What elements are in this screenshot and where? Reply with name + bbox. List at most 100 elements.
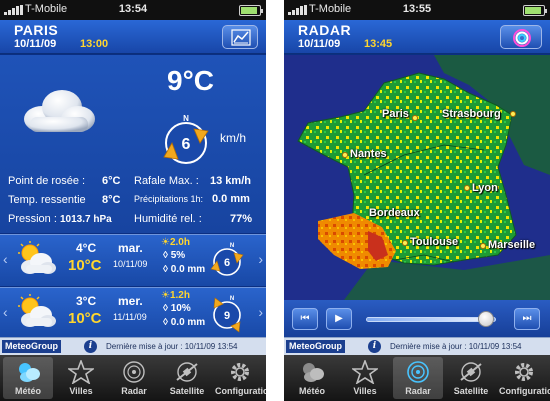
map-pin[interactable] <box>342 152 348 158</box>
forecast-date: 10/11/09 <box>113 259 148 269</box>
gear-icon <box>231 363 249 381</box>
map-pin[interactable] <box>412 115 418 121</box>
footer-strip: MeteoGroup i Dernière mise à jour : 10/1… <box>0 337 266 355</box>
tab-label: Météo <box>14 386 41 396</box>
tab-label: Villes <box>353 386 377 396</box>
sun-icon: ☀ <box>161 290 170 301</box>
sunshine-value: 2.0h <box>169 237 190 248</box>
timeline-thumb[interactable] <box>477 311 494 327</box>
battery-icon <box>523 5 547 16</box>
humidity: Humidité rel. : 77% <box>134 213 252 225</box>
chevron-left-icon[interactable]: ‹ <box>3 304 8 320</box>
wind-speed-value: 6 <box>224 257 230 269</box>
tab-bar: Météo Villes Radar Satellite Configurati… <box>284 355 550 401</box>
brand-logo[interactable]: MeteoGroup <box>2 340 61 353</box>
forecast-high: 10°C <box>68 310 102 327</box>
current-conditions: 9°C N 6 km/h Point de rosée : 6°C Rafale… <box>0 55 266 233</box>
status-bar: T-Mobile 13:54 <box>0 0 266 20</box>
forecast-row[interactable]: ‹ › 3°C 10°C mer. 11/11/09 ☀1.2h ◊ 10% ◊… <box>0 287 266 339</box>
status-bar: T-Mobile 13:55 <box>284 0 550 20</box>
precip-value: 10% <box>170 303 191 314</box>
map-pin[interactable] <box>480 243 486 249</box>
city-lyon[interactable]: Lyon <box>472 182 498 194</box>
city-nantes[interactable]: Nantes <box>350 148 387 160</box>
chevron-left-icon[interactable]: ‹ <box>3 251 8 267</box>
feels-like: Temp. ressentie 8°C <box>8 194 120 206</box>
sun-cloud-icon <box>18 241 56 274</box>
tab-configuration[interactable]: Configuration <box>499 357 550 399</box>
map-pin[interactable] <box>510 111 516 117</box>
tab-configuration[interactable]: Configuration <box>215 357 266 399</box>
city-marseille[interactable]: Marseille <box>488 239 535 251</box>
detail-value: 0.0 mm <box>212 193 250 205</box>
tab-label: Villes <box>69 386 93 396</box>
header-date: 10/11/09 <box>298 38 341 50</box>
last-update: Dernière mise à jour : 10/11/09 13:54 <box>390 342 522 351</box>
city-title: PARIS <box>14 22 59 38</box>
tab-meteo[interactable]: Météo <box>287 357 337 399</box>
chevron-right-icon[interactable]: › <box>258 251 263 267</box>
detail-label: Temp. ressentie <box>8 194 86 206</box>
precip-mm-value: 0.0 mm <box>170 264 206 275</box>
tab-label: Configuration <box>499 386 550 396</box>
wind-compass-icon: N 6 <box>210 243 244 276</box>
wind-direction-label: N <box>230 296 234 302</box>
wind-direction-label: N <box>183 114 189 123</box>
forecast-low: 3°C <box>76 294 97 308</box>
star-icon <box>352 360 378 384</box>
tab-radar[interactable]: Radar <box>393 357 443 399</box>
precip-amount: ◊ 0.0 mm <box>163 317 205 328</box>
tab-meteo[interactable]: Météo <box>3 357 53 399</box>
chart-button[interactable] <box>222 25 258 49</box>
radar-map[interactable]: Paris Strasbourg Nantes Lyon Bordeaux To… <box>284 55 550 300</box>
dew-point: Point de rosée : 6°C <box>8 175 120 187</box>
radar-icon <box>123 361 145 383</box>
forecast-date: 11/11/09 <box>113 312 147 322</box>
last-update: Dernière mise à jour : 10/11/09 13:54 <box>106 342 238 351</box>
tab-label: Configuration <box>215 386 266 396</box>
radar-player: ⏮ ▶ ⏭ <box>284 300 550 337</box>
tab-satellite[interactable]: Satellite <box>446 357 496 399</box>
tab-label: Satellite <box>453 386 489 396</box>
city-strasbourg[interactable]: Strasbourg <box>442 108 501 120</box>
tab-villes[interactable]: Villes <box>56 357 106 399</box>
city-paris[interactable]: Paris <box>382 108 409 120</box>
sunshine-hours: ☀1.2h <box>161 290 190 301</box>
timeline-slider[interactable] <box>366 317 496 322</box>
detail-value: 1013.7 hPa <box>60 214 112 225</box>
tab-satellite[interactable]: Satellite <box>162 357 212 399</box>
radar-legend-icon <box>513 29 531 47</box>
precip-chance: ◊ 5% <box>163 250 185 261</box>
info-icon[interactable]: i <box>84 340 97 353</box>
wind-speed-value: 9 <box>224 310 230 322</box>
gear-icon <box>515 363 533 381</box>
tab-label: Satellite <box>169 386 205 396</box>
info-icon[interactable]: i <box>368 340 381 353</box>
play-button[interactable]: ▶ <box>326 308 352 330</box>
chevron-right-icon[interactable]: › <box>258 304 263 320</box>
city-bordeaux[interactable]: Bordeaux <box>369 207 420 219</box>
map-pin[interactable] <box>402 240 408 246</box>
detail-value: 8°C <box>102 194 121 206</box>
city-toulouse[interactable]: Toulouse <box>410 236 458 248</box>
tab-radar[interactable]: Radar <box>109 357 159 399</box>
header-time: 13:45 <box>364 38 393 50</box>
brand-logo[interactable]: MeteoGroup <box>286 340 345 353</box>
battery-icon <box>239 5 263 16</box>
sunshine-value: 1.2h <box>169 290 190 301</box>
tab-label: Radar <box>121 386 147 396</box>
radar-legend-button[interactable] <box>500 25 542 49</box>
tab-label: Météo <box>298 386 325 396</box>
forecast-day: mer. <box>118 294 143 308</box>
forecast-row[interactable]: ‹ › 4°C 10°C mar. 10/11/09 ☀2.0h ◊ 5% ◊ … <box>0 234 266 286</box>
tab-villes[interactable]: Villes <box>340 357 390 399</box>
wind-compass-icon: N 9 <box>213 296 241 333</box>
radar-icon <box>407 361 429 383</box>
drop-icon: ◊ <box>163 303 168 314</box>
map-pin[interactable] <box>464 185 470 191</box>
rewind-button[interactable]: ⏮ <box>292 308 318 330</box>
forward-button[interactable]: ⏭ <box>514 308 540 330</box>
pressure: Pression : 1013.7 hPa <box>8 213 112 225</box>
precipitation-1h: Précipitations 1h: 0.0 mm <box>134 193 250 205</box>
detail-label: Humidité rel. : <box>134 213 202 225</box>
